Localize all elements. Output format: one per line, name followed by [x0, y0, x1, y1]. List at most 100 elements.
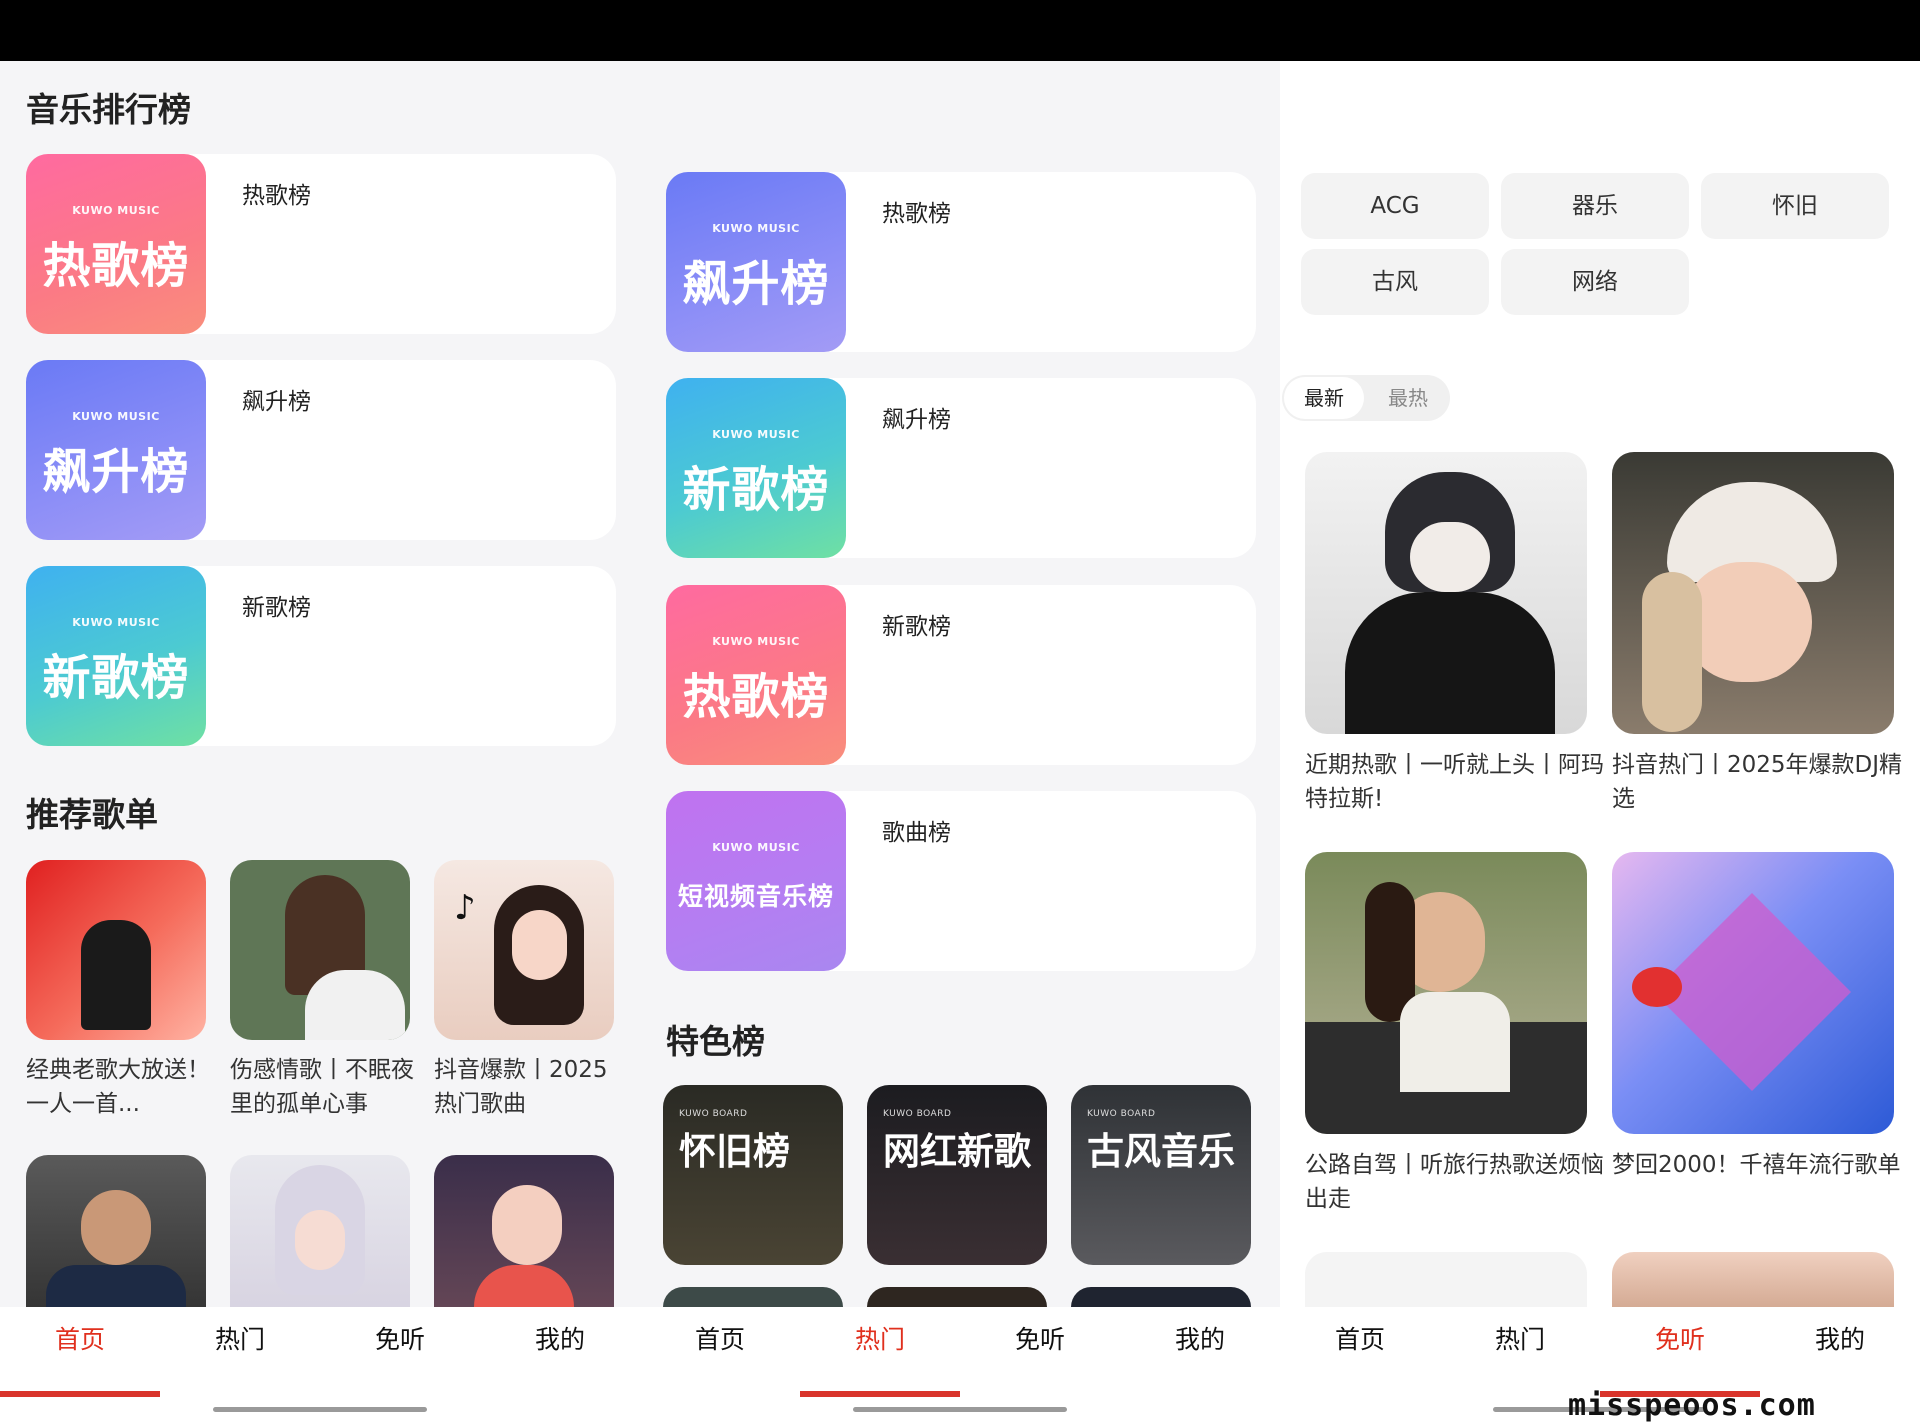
rank-name: 热歌榜: [242, 183, 311, 209]
status-bar: [0, 0, 1920, 61]
cover-title: 新歌榜: [42, 650, 190, 706]
kuwo-logo: KUWO MUSIC: [712, 841, 800, 854]
playlist-title[interactable]: 抖音热门丨2025年爆款DJ精选: [1612, 748, 1912, 816]
nav-free[interactable]: 免听: [960, 1320, 1120, 1356]
rank-card-hot[interactable]: KUWO MUSIC 热歌榜 热歌榜: [26, 154, 616, 334]
lips-shape: [1632, 967, 1682, 1007]
nav-home[interactable]: 首页: [1280, 1320, 1440, 1356]
home-indicator[interactable]: [853, 1407, 1067, 1412]
playlist-title[interactable]: 公路自驾丨听旅行热歌送烦恼出走: [1305, 1148, 1605, 1216]
nav-free[interactable]: 免听: [1600, 1320, 1760, 1356]
rank-card[interactable]: KUWO MUSIC 飙升榜 热歌榜: [666, 172, 1256, 352]
rank-card-new[interactable]: KUWO MUSIC 新歌榜 新歌榜: [26, 566, 616, 746]
rank-name: 热歌榜: [882, 201, 951, 227]
hair-shape: [1642, 572, 1702, 732]
playlist-title[interactable]: 伤感情歌丨不眠夜里的孤单心事: [230, 1053, 420, 1121]
home-indicator[interactable]: [213, 1407, 427, 1412]
kuwo-logo: KUWO MUSIC: [712, 635, 800, 648]
kuwo-logo: KUWO MUSIC: [712, 222, 800, 235]
rank-cover[interactable]: KUWO MUSIC 热歌榜: [666, 585, 846, 765]
home-panel: 音乐排行榜 KUWO MUSIC 热歌榜 热歌榜 KUWO MUSIC 飙升榜 …: [0, 61, 640, 1423]
feature-cover-nostalgia[interactable]: KUWO BOARD 怀旧榜: [663, 1085, 843, 1265]
cover-title: 飙升榜: [682, 256, 830, 312]
playlist-cover[interactable]: [1612, 852, 1894, 1134]
cover-title: 热歌榜: [682, 669, 830, 725]
nav-hot[interactable]: 热门: [800, 1320, 960, 1356]
hot-panel: KUWO MUSIC 飙升榜 热歌榜 KUWO MUSIC 新歌榜 飙升榜 KU…: [640, 61, 1280, 1423]
playlist-title[interactable]: 经典老歌大放送！一人一首...: [26, 1053, 216, 1121]
rank-card[interactable]: KUWO MUSIC 新歌榜 飙升榜: [666, 378, 1256, 558]
shirt-shape: [305, 970, 405, 1040]
playlist-title[interactable]: 梦回2000！千禧年流行歌单: [1612, 1148, 1912, 1182]
playlist-cover[interactable]: [26, 860, 206, 1040]
kuwo-logo: KUWO MUSIC: [72, 616, 160, 629]
face-shape: [295, 1210, 345, 1270]
face-shape: [81, 1190, 151, 1265]
sort-segmented-control: 最新 最热: [1282, 375, 1450, 421]
playlist-cover[interactable]: [1305, 452, 1587, 734]
nav-home[interactable]: 首页: [0, 1320, 160, 1356]
rank-name: 歌曲榜: [882, 820, 951, 846]
chip-network[interactable]: 网络: [1501, 249, 1689, 315]
chip-instrumental[interactable]: 器乐: [1501, 173, 1689, 239]
chip-nostalgia[interactable]: 怀旧: [1701, 173, 1889, 239]
playlist-cover[interactable]: [1612, 452, 1894, 734]
board-tag: KUWO BOARD: [1087, 1109, 1156, 1119]
feature-section-title: 特色榜: [666, 1022, 765, 1061]
sort-hottest-tab[interactable]: 最热: [1370, 377, 1446, 419]
feature-title: 怀旧榜: [679, 1130, 790, 1173]
album-art-shape: [1653, 893, 1851, 1091]
rank-card[interactable]: KUWO MUSIC 短视频音乐榜 歌曲榜: [666, 791, 1256, 971]
playlist-cover[interactable]: [230, 860, 410, 1040]
rank-name: 新歌榜: [882, 614, 951, 640]
hoodie-shape: [1345, 592, 1555, 734]
feature-cover-internet[interactable]: KUWO BOARD 网红新歌: [867, 1085, 1047, 1265]
chip-ancient[interactable]: 古风: [1301, 249, 1489, 315]
playlist-cover[interactable]: [1305, 852, 1587, 1134]
playlist-title[interactable]: 近期热歌丨一听就上头丨阿玛特拉斯!: [1305, 748, 1605, 816]
kuwo-logo: KUWO MUSIC: [712, 428, 800, 441]
rank-card-rising[interactable]: KUWO MUSIC 飙升榜 飙升榜: [26, 360, 616, 540]
rank-cover[interactable]: KUWO MUSIC 热歌榜: [26, 154, 206, 334]
cover-title: 飙升榜: [42, 444, 190, 500]
cover-title: 新歌榜: [682, 462, 830, 518]
rank-cover[interactable]: KUWO MUSIC 短视频音乐榜: [666, 791, 846, 971]
board-tag: KUWO BOARD: [679, 1109, 748, 1119]
rank-cover[interactable]: KUWO MUSIC 新歌榜: [26, 566, 206, 746]
chip-acg[interactable]: ACG: [1301, 173, 1489, 239]
nav-active-indicator: [0, 1391, 160, 1397]
rank-cover[interactable]: KUWO MUSIC 飙升榜: [666, 172, 846, 352]
rank-cover[interactable]: KUWO MUSIC 新歌榜: [666, 378, 846, 558]
cover-title: 短视频音乐榜: [677, 882, 834, 911]
nav-mine[interactable]: 我的: [480, 1320, 640, 1356]
singer-figure: [81, 920, 151, 1030]
playlist-title[interactable]: 抖音爆款丨2025热门歌曲: [434, 1053, 624, 1121]
rank-name: 飙升榜: [882, 407, 951, 433]
playlist-cover[interactable]: ♪: [434, 860, 614, 1040]
shirt-shape: [1400, 992, 1510, 1092]
rank-name: 新歌榜: [242, 595, 311, 621]
nav-active-indicator: [800, 1391, 960, 1397]
board-tag: KUWO BOARD: [883, 1109, 952, 1119]
nav-mine[interactable]: 我的: [1760, 1320, 1920, 1356]
nav-mine[interactable]: 我的: [1120, 1320, 1280, 1356]
nav-hot[interactable]: 热门: [160, 1320, 320, 1356]
rank-card[interactable]: KUWO MUSIC 热歌榜 新歌榜: [666, 585, 1256, 765]
tiktok-icon: ♪: [454, 888, 476, 928]
nav-home[interactable]: 首页: [640, 1320, 800, 1356]
nav-free[interactable]: 免听: [320, 1320, 480, 1356]
feature-cover-ancient[interactable]: KUWO BOARD 古风音乐: [1071, 1085, 1251, 1265]
face-shape: [1410, 522, 1490, 592]
rank-name: 飙升榜: [242, 389, 311, 415]
cover-title: 热歌榜: [42, 238, 190, 294]
kuwo-logo: KUWO MUSIC: [72, 410, 160, 423]
face-shape: [492, 1185, 562, 1265]
nav-hot[interactable]: 热门: [1440, 1320, 1600, 1356]
rank-cover[interactable]: KUWO MUSIC 飙升榜: [26, 360, 206, 540]
feature-title: 古风音乐: [1087, 1130, 1235, 1173]
rank-section-title: 音乐排行榜: [26, 90, 191, 129]
face-shape: [512, 910, 567, 980]
recommend-section-title: 推荐歌单: [26, 795, 158, 834]
kuwo-logo: KUWO MUSIC: [72, 204, 160, 217]
sort-newest-tab[interactable]: 最新: [1284, 377, 1364, 419]
